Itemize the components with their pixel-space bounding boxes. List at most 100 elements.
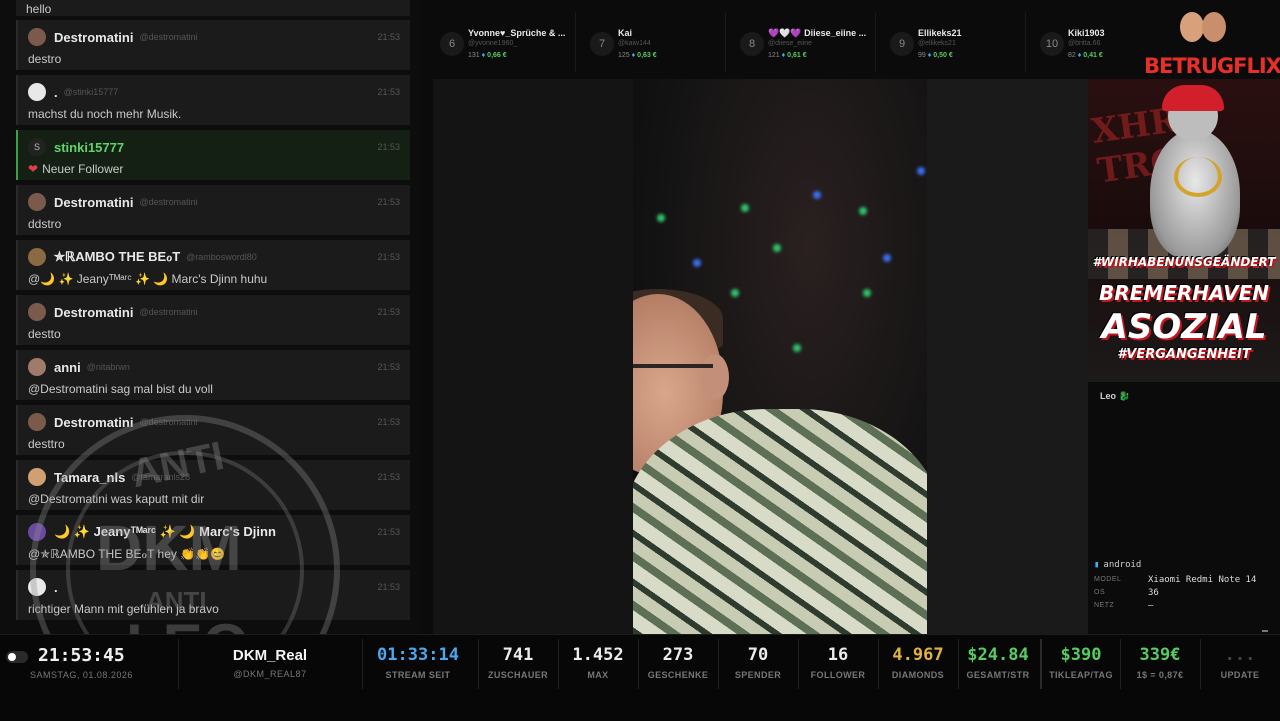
chat-time: 21:53: [377, 252, 400, 262]
gifter-name: Kai: [618, 28, 633, 38]
device-key: NETZ: [1094, 602, 1115, 609]
stream-video[interactable]: [633, 79, 927, 634]
chat-message-text: @✯ℝAMBO THE BEℴT hey 👏👏😊: [28, 547, 226, 561]
rank-badge: 9: [890, 32, 914, 56]
chat-handle: @nitabrwn: [86, 362, 130, 372]
stat-label: 1$ = 0,87€: [1136, 670, 1184, 680]
poster-hashtag: #VERGANGENHEIT: [1117, 347, 1251, 362]
user-avatar: [28, 578, 46, 596]
chat-message: Destromatini @destromatini 21:53 destto: [16, 295, 410, 345]
stat-label: GESCHENKE: [647, 670, 709, 680]
leaderboard-entry[interactable]: 10 Kiki1903 @britta.66 82 ♦ 0,41 €: [1030, 12, 1105, 72]
stat-value: ...: [1224, 645, 1256, 665]
rank-badge: 10: [1040, 32, 1064, 56]
user-avatar: [28, 193, 46, 211]
status-toggle[interactable]: [6, 651, 28, 663]
chat-panel[interactable]: hello Destromatini @destromatini 21:53 d…: [0, 0, 420, 634]
rank-badge: 8: [740, 32, 764, 56]
chat-username: Destromatini: [54, 194, 134, 210]
chat-handle: @destromatini: [139, 32, 198, 42]
chat-message-text: destro: [28, 52, 62, 66]
chat-message-text: ddstro: [28, 217, 62, 231]
chat-time: 21:53: [377, 142, 400, 152]
channel-handle: @DKM_REAL87: [233, 669, 307, 679]
stat-tikleap-day: $390 TIKLEAP/TAG: [1042, 635, 1120, 721]
gift-count: 125: [618, 52, 630, 59]
rank-badge: 7: [590, 32, 614, 56]
user-avatar: S: [28, 138, 46, 156]
gifter-handle: @yvonne1960_: [468, 40, 518, 47]
chat-message: Destromatini @destromatini 21:53 destro: [16, 20, 410, 70]
stat-label: UPDATE: [1220, 670, 1260, 680]
leaderboard-entry[interactable]: 7 Kai @kaiw144 125 ♦ 0,63 €: [580, 12, 726, 72]
user-avatar: [28, 358, 46, 376]
chat-message-text: richtiger Mann mit gefühlen ja bravo: [28, 602, 219, 616]
stat-value: 273: [662, 645, 694, 665]
follow-event: S stinki15777 21:53 ❤ Neuer Follower: [16, 130, 410, 180]
poster-hashtag: #WIRHABENUNSGEÄNDERT: [1092, 255, 1276, 269]
gift-count: 82: [1068, 52, 1076, 59]
bar-hint-mark: [1262, 630, 1268, 632]
user-avatar: [28, 413, 46, 431]
user-avatar: [28, 468, 46, 486]
chat-message-text: machst du noch mehr Musik.: [28, 107, 182, 121]
gift-count: 131: [468, 52, 480, 59]
chat-message-text: @Destromatini was kaputt mit dir: [28, 492, 205, 506]
stat-max: 1.452 MAX: [558, 635, 638, 721]
chat-message-text: Neuer Follower: [42, 162, 124, 176]
chat-username: anni: [54, 359, 81, 375]
stat-label: MAX: [587, 670, 609, 680]
chat-message-partial: hello: [16, 0, 410, 16]
chat-time: 21:53: [377, 362, 400, 372]
stat-value: $390: [1060, 645, 1102, 665]
gifter-handle: @diiese_eiine: [768, 40, 813, 47]
chat-handle: @destromatini: [139, 307, 198, 317]
heart-icon: ❤: [28, 162, 39, 176]
update-button[interactable]: ... UPDATE: [1200, 635, 1280, 721]
date: SAMSTAG, 01.08.2026: [30, 670, 133, 680]
stat-gifts: 273 GESCHENKE: [638, 635, 718, 721]
leaderboard-entry[interactable]: 8 💜🤍💜 Diiese_eiine ... @diiese_eiine 121…: [730, 12, 876, 72]
stat-label: ZUSCHAUER: [487, 670, 549, 680]
logo-text: BETRUGFLIX: [1144, 54, 1280, 78]
chat-message-text: desttro: [28, 437, 65, 451]
chat-time: 21:53: [377, 472, 400, 482]
stat-value: 741: [502, 645, 534, 665]
device-key: OS: [1094, 589, 1106, 596]
chat-username: Destromatini: [54, 304, 134, 320]
chat-username: .: [54, 84, 58, 100]
rank-badge: 6: [440, 32, 464, 56]
stat-value: 1.452: [572, 645, 624, 665]
stat-viewers: 741 ZUSCHAUER: [478, 635, 558, 721]
gift-euro: 0,50 €: [933, 52, 953, 59]
chat-message: Tamara_nls @tamaranls28 21:53 @Destromat…: [16, 460, 410, 510]
user-avatar: [28, 248, 46, 266]
gift-euro: 0,66 €: [487, 52, 507, 59]
stat-value: $24.84: [967, 645, 1029, 665]
poster-title: BREMERHAVEN: [1098, 281, 1269, 305]
device-platform: android: [1103, 560, 1142, 570]
stream-video-area[interactable]: [433, 79, 1088, 634]
stats-bar: 21:53:45 SAMSTAG, 01.08.2026 DKM_Real @D…: [0, 630, 1280, 721]
leaderboard-entry[interactable]: 9 Ellikeks21 @ellikeks21 99 ♦ 0,50 €: [880, 12, 1026, 72]
phone-icon: ▮: [1094, 560, 1100, 570]
gift-euro: 0,61 €: [787, 52, 807, 59]
chat-time: 21:53: [377, 417, 400, 427]
chat-handle: @tamaranls28: [131, 472, 190, 482]
stat-label: DIAMONDS: [891, 670, 945, 680]
chat-message: . 21:53 richtiger Mann mit gefühlen ja b…: [16, 570, 410, 620]
chat-time: 21:53: [377, 582, 400, 592]
chat-username: ✯ℝAMBO THE BEℴT: [54, 249, 181, 264]
diamond-icon: ♦: [1077, 52, 1082, 59]
user-avatar: [28, 303, 46, 321]
betrugflix-logo: BETRUGFLIX: [1140, 8, 1280, 78]
stat-value: 4.967: [892, 645, 944, 665]
channel-name: DKM_Real: [232, 647, 308, 664]
gifter-name: Yvonne♥_Sprüche & ...: [468, 28, 566, 38]
gifter-name: 💜🤍💜 Diiese_eiine ...: [768, 28, 867, 38]
leaderboard-entry[interactable]: 6 Yvonne♥_Sprüche & ... @yvonne1960_ 131…: [430, 12, 576, 72]
chat-time: 21:53: [377, 307, 400, 317]
gifter-handle: @britta.66: [1068, 40, 1101, 47]
promo-poster: XHR TROM #WIRHABENUNSGEÄNDERT BREMERHAVE…: [1088, 79, 1280, 382]
diamond-icon: ♦: [781, 52, 786, 59]
